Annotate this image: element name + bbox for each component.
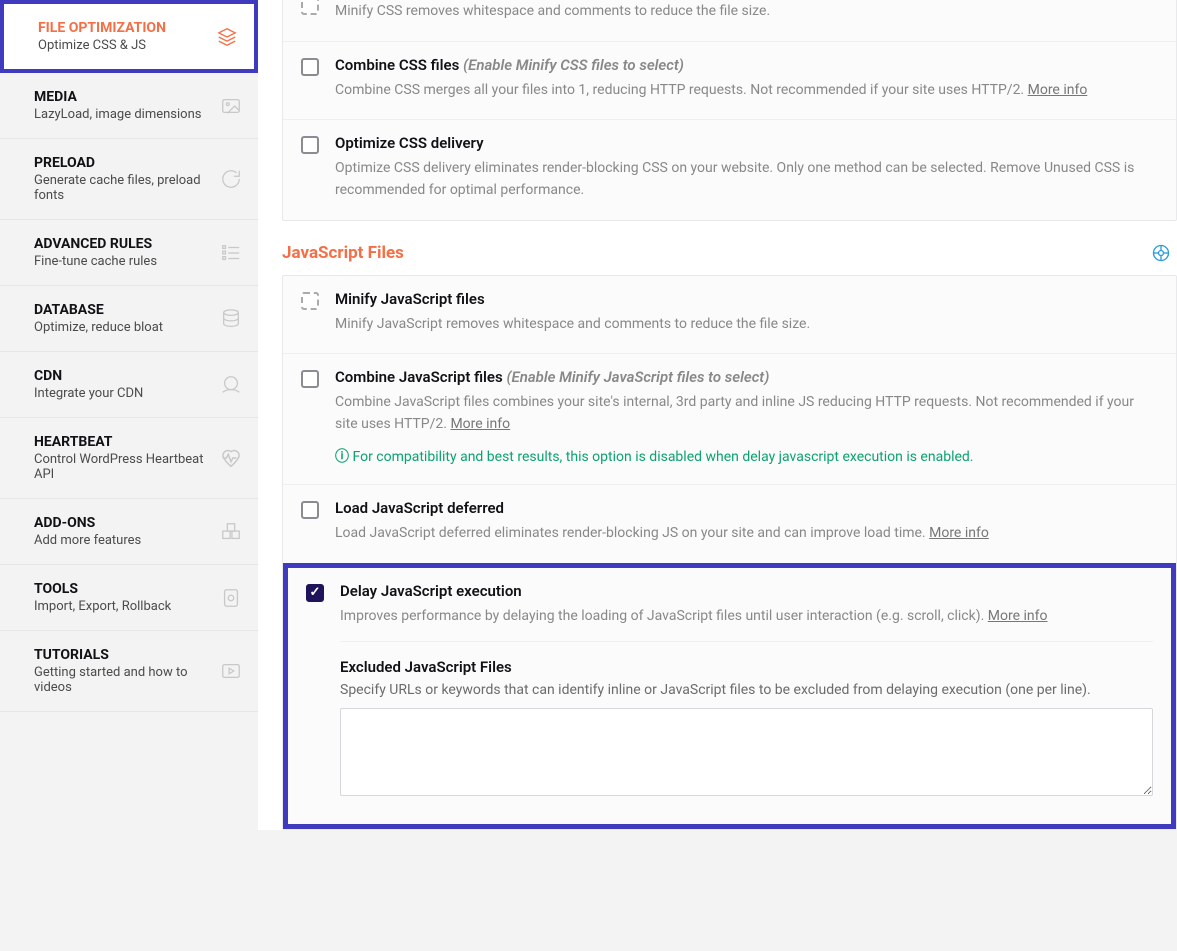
section-title: JavaScript Files	[282, 243, 404, 263]
setting-note: (Enable Minify CSS files to select)	[463, 56, 684, 74]
setting-description: Improves performance by delaying the loa…	[340, 606, 1153, 628]
nav-addons[interactable]: ADD-ONS Add more features	[0, 499, 258, 565]
setting-title: Delay JavaScript execution	[340, 582, 1153, 600]
setting-title: Combine JavaScript files (Enable Minify …	[335, 368, 1158, 386]
nav-subtitle: Add more features	[34, 533, 218, 548]
nav-title: MEDIA	[34, 89, 218, 105]
setting-title-text: Combine JavaScript files	[335, 368, 503, 386]
more-info-link[interactable]: More info	[450, 416, 510, 432]
checkbox-defer-js[interactable]	[301, 501, 319, 519]
setting-defer-js: Load JavaScript deferred Load JavaScript…	[283, 484, 1176, 563]
section-header-js: JavaScript Files	[282, 221, 1177, 275]
highlight-delay-js: Delay JavaScript execution Improves perf…	[283, 563, 1176, 830]
nav-title: FILE OPTIMIZATION	[38, 20, 214, 36]
setting-description: Load JavaScript deferred eliminates rend…	[335, 523, 1158, 545]
nav-subtitle: Control WordPress Heartbeat API	[34, 452, 218, 482]
checkbox-minify-js[interactable]	[301, 292, 319, 310]
main-content: Minify CSS removes whitespace and commen…	[258, 0, 1177, 830]
nav-database[interactable]: DATABASE Optimize, reduce bloat	[0, 286, 258, 352]
checkbox-combine-js[interactable]	[301, 370, 319, 388]
setting-optimize-css-delivery: Optimize CSS delivery Optimize CSS deliv…	[283, 119, 1176, 219]
nav-tutorials[interactable]: TUTORIALS Getting started and how to vid…	[0, 631, 258, 712]
setting-combine-css: Combine CSS files (Enable Minify CSS fil…	[283, 41, 1176, 120]
more-info-link[interactable]: More info	[1028, 82, 1088, 98]
excluded-description: Specify URLs or keywords that can identi…	[340, 682, 1153, 698]
help-icon[interactable]	[1151, 243, 1171, 263]
nav-preload[interactable]: PRELOAD Generate cache files, preload fo…	[0, 139, 258, 220]
nav-title: ADVANCED RULES	[34, 236, 218, 252]
more-info-link[interactable]: More info	[929, 525, 989, 541]
gear-file-icon	[220, 587, 242, 609]
setting-title: Load JavaScript deferred	[335, 499, 1158, 517]
setting-delay-js: Delay JavaScript execution Improves perf…	[288, 568, 1171, 819]
setting-description: Combine JavaScript files combines your s…	[335, 392, 1158, 435]
nav-file-optimization[interactable]: FILE OPTIMIZATION Optimize CSS & JS	[0, 0, 258, 73]
nav-media[interactable]: MEDIA LazyLoad, image dimensions	[0, 73, 258, 139]
refresh-icon	[220, 168, 242, 190]
boxes-icon	[220, 521, 242, 543]
checkbox-minify-css[interactable]	[301, 0, 319, 15]
setting-description: Minify CSS removes whitespace and commen…	[335, 1, 1158, 23]
nav-subtitle: Import, Export, Rollback	[34, 599, 218, 614]
nav-title: HEARTBEAT	[34, 434, 218, 450]
checkbox-delay-js[interactable]	[306, 584, 324, 602]
heartbeat-icon	[220, 447, 242, 469]
setting-note: (Enable Minify JavaScript files to selec…	[506, 368, 769, 386]
nav-subtitle: Generate cache files, preload fonts	[34, 173, 218, 203]
setting-description: Minify JavaScript removes whitespace and…	[335, 314, 1158, 336]
play-icon	[220, 660, 242, 682]
nav-title: TUTORIALS	[34, 647, 218, 663]
excluded-title: Excluded JavaScript Files	[340, 658, 1153, 676]
database-icon	[220, 308, 242, 330]
js-panel: Minify JavaScript files Minify JavaScrip…	[282, 275, 1177, 830]
excluded-js-block: Excluded JavaScript Files Specify URLs o…	[340, 641, 1153, 800]
nav-title: ADD-ONS	[34, 515, 218, 531]
setting-minify-js: Minify JavaScript files Minify JavaScrip…	[283, 276, 1176, 354]
more-info-link[interactable]: More info	[988, 608, 1048, 624]
nav-subtitle: Getting started and how to videos	[34, 665, 218, 695]
image-icon	[220, 95, 242, 117]
nav-subtitle: Integrate your CDN	[34, 386, 218, 401]
globe-icon	[220, 374, 242, 396]
nav-heartbeat[interactable]: HEARTBEAT Control WordPress Heartbeat AP…	[0, 418, 258, 499]
setting-title: Optimize CSS delivery	[335, 134, 1158, 152]
list-icon	[220, 242, 242, 264]
setting-title-text: Combine CSS files	[335, 56, 459, 74]
nav-subtitle: LazyLoad, image dimensions	[34, 107, 218, 122]
setting-description: Optimize CSS delivery eliminates render-…	[335, 158, 1158, 201]
nav-subtitle: Optimize CSS & JS	[38, 38, 214, 53]
nav-tools[interactable]: TOOLS Import, Export, Rollback	[0, 565, 258, 631]
settings-sidebar: FILE OPTIMIZATION Optimize CSS & JS MEDI…	[0, 0, 258, 830]
setting-description: Combine CSS merges all your files into 1…	[335, 80, 1158, 102]
nav-title: CDN	[34, 368, 218, 384]
info-note: For compatibility and best results, this…	[335, 446, 1158, 466]
checkbox-combine-css[interactable]	[301, 58, 319, 76]
layers-icon	[216, 26, 238, 48]
setting-combine-js: Combine JavaScript files (Enable Minify …	[283, 353, 1176, 483]
checkbox-optimize-css-delivery[interactable]	[301, 136, 319, 154]
css-panel: Minify CSS removes whitespace and commen…	[282, 0, 1177, 221]
nav-subtitle: Fine-tune cache rules	[34, 254, 218, 269]
setting-title: Combine CSS files (Enable Minify CSS fil…	[335, 56, 1158, 74]
nav-advanced-rules[interactable]: ADVANCED RULES Fine-tune cache rules	[0, 220, 258, 286]
excluded-js-textarea[interactable]	[340, 708, 1153, 796]
nav-subtitle: Optimize, reduce bloat	[34, 320, 218, 335]
nav-title: DATABASE	[34, 302, 218, 318]
setting-title: Minify JavaScript files	[335, 290, 1158, 308]
nav-title: TOOLS	[34, 581, 218, 597]
setting-minify-css: Minify CSS removes whitespace and commen…	[283, 0, 1176, 41]
nav-title: PRELOAD	[34, 155, 218, 171]
nav-cdn[interactable]: CDN Integrate your CDN	[0, 352, 258, 418]
